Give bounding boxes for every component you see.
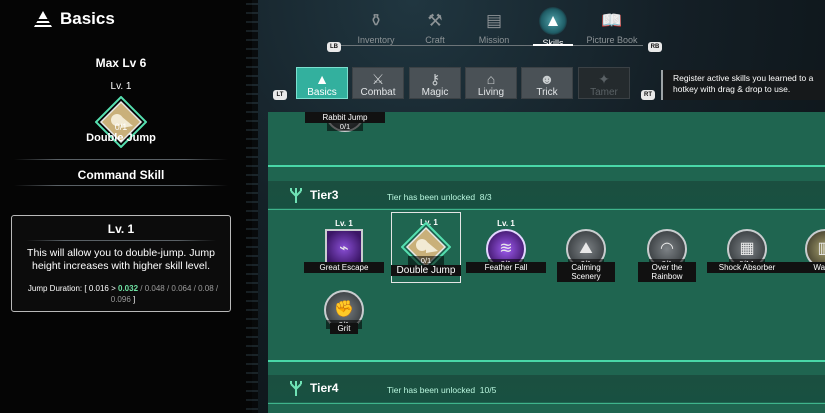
skill-name: Wall C bbox=[785, 262, 825, 273]
sword-icon: ⚔ bbox=[371, 71, 385, 87]
selected-skill-progress: 0/1 bbox=[114, 122, 128, 132]
skill-name: Calming Scenery bbox=[557, 262, 615, 282]
tier-name: Tier3 bbox=[310, 188, 339, 202]
skill-name: Shock Absorber bbox=[707, 262, 787, 273]
pumpkin-icon: ☻ bbox=[539, 71, 555, 87]
tab-underline bbox=[341, 45, 643, 46]
skill-progress: 0/1 bbox=[408, 256, 444, 265]
stat-arrow: > bbox=[111, 284, 116, 293]
panel-torn-edge bbox=[246, 0, 258, 413]
selected-skill-level: Lv. 1 bbox=[110, 81, 132, 92]
stat-label: Jump Duration: bbox=[27, 284, 83, 293]
tier-branch-icon bbox=[290, 188, 302, 203]
hammer-icon: ⚒ bbox=[427, 11, 443, 30]
tab-label: Picture Book bbox=[586, 35, 638, 45]
category-basics[interactable]: ▲ Basics bbox=[296, 67, 348, 99]
description-text: This will allow you to double-jump. Jump… bbox=[27, 247, 215, 272]
tier3-header bbox=[268, 181, 825, 208]
tab-label: Mission bbox=[478, 35, 510, 45]
tier-branch-icon bbox=[290, 381, 302, 396]
max-level: Max Lv 6 bbox=[95, 56, 147, 70]
tab-craft[interactable]: ⚒ Craft bbox=[405, 10, 465, 45]
tier4-status: Tier has been unlocked 10/5 bbox=[387, 385, 496, 395]
category-living[interactable]: ⌂ Living bbox=[465, 67, 517, 99]
category-label: Trick bbox=[536, 87, 558, 98]
hotkey-hint: Register active skills you learned to a … bbox=[661, 70, 825, 100]
tier3-underline bbox=[268, 209, 825, 210]
skill-level: Lv. 1 bbox=[335, 219, 353, 228]
selected-skill-name: Double Jump bbox=[86, 132, 156, 144]
stat-current: 0.016 bbox=[88, 284, 109, 293]
tab-label: Craft bbox=[425, 35, 445, 45]
tier-count: 10/5 bbox=[479, 385, 497, 395]
book-icon: 📖 bbox=[601, 11, 623, 30]
skill-name: Double Jump bbox=[391, 265, 461, 276]
tamer-icon: ✦ bbox=[598, 71, 610, 87]
category-label: Basics bbox=[307, 87, 337, 98]
skill-detail-panel: Basics Max Lv 6 Lv. 1 0/1 Double Jump Co… bbox=[0, 0, 252, 413]
category-tamer[interactable]: ✦ Tamer bbox=[578, 67, 630, 99]
active-tab-indicator bbox=[533, 44, 573, 46]
tab-label: Skills bbox=[542, 38, 564, 48]
stat-close: ] bbox=[133, 295, 136, 304]
panel-header: Basics bbox=[33, 9, 115, 29]
category-combat[interactable]: ⚔ Combat bbox=[352, 67, 404, 99]
tab-inventory[interactable]: ⚱ Inventory bbox=[346, 10, 406, 45]
tier-separator bbox=[268, 360, 825, 362]
stat-open: [ bbox=[84, 284, 87, 293]
stat-next: 0.032 bbox=[118, 284, 139, 293]
skill-level: Lv. 1 bbox=[497, 219, 515, 228]
lb-button-badge[interactable]: LB bbox=[327, 42, 341, 52]
section-divider bbox=[14, 185, 228, 186]
tab-picture-book[interactable]: 📖 Picture Book bbox=[582, 10, 642, 45]
hint-text: Register active skills you learned to a … bbox=[673, 73, 814, 94]
category-magic[interactable]: ⚷ Magic bbox=[409, 67, 461, 99]
panel-title: Basics bbox=[60, 9, 115, 28]
tier3-status: Tier has been unlocked 8/3 bbox=[387, 192, 492, 202]
lt-button-badge[interactable]: LT bbox=[273, 90, 287, 100]
tier4-header bbox=[268, 375, 825, 402]
tier-separator bbox=[268, 165, 825, 167]
house-icon: ⌂ bbox=[486, 71, 496, 87]
category-label: Combat bbox=[360, 87, 396, 98]
mission-list-icon: ▤ bbox=[485, 11, 503, 30]
rt-button-badge[interactable]: RT bbox=[641, 90, 655, 100]
tier4-title: Tier4 bbox=[288, 379, 338, 397]
basics-triangle-icon: ▲ bbox=[315, 71, 329, 87]
tier-status-text: Tier has been unlocked bbox=[387, 192, 476, 202]
tier-status-text: Tier has been unlocked bbox=[387, 385, 476, 395]
tab-mission[interactable]: ▤ Mission bbox=[464, 10, 524, 45]
skill-description-box: Lv. 1 This will allow you to double-jump… bbox=[11, 215, 231, 312]
category-label: Magic bbox=[421, 87, 449, 98]
tier4-underline bbox=[268, 403, 825, 404]
category-label: Tamer bbox=[590, 87, 618, 98]
tier-name: Tier4 bbox=[310, 381, 339, 395]
basics-triangle-icon bbox=[34, 11, 52, 27]
category-trick[interactable]: ☻ Trick bbox=[521, 67, 573, 99]
section-divider-top bbox=[14, 159, 228, 160]
tab-label: Inventory bbox=[357, 35, 395, 45]
category-label: Living bbox=[477, 87, 505, 98]
skill-name: Rabbit Jump bbox=[305, 112, 385, 123]
skill-name: Feather Fall bbox=[466, 262, 546, 273]
description-level: Lv. 1 bbox=[107, 222, 135, 236]
skill-name: Grit bbox=[330, 323, 358, 334]
tier3-title: Tier3 bbox=[288, 186, 338, 204]
description-divider bbox=[26, 240, 216, 241]
skill-tree-panel[interactable]: ✺ 0/1 Rabbit Jump Tier3 Tier has been un… bbox=[268, 112, 825, 413]
rb-button-badge[interactable]: RB bbox=[648, 42, 662, 52]
description-stat: Jump Duration: [ 0.016 > 0.032 / 0.048 /… bbox=[22, 283, 224, 305]
inventory-bottle-icon: ⚱ bbox=[368, 11, 384, 30]
skill-progress: 0/1 bbox=[327, 122, 363, 131]
tier-count: 8/3 bbox=[479, 192, 492, 202]
magic-wand-icon: ⚷ bbox=[429, 71, 441, 87]
skill-name: Over the Rainbow bbox=[638, 262, 696, 282]
skill-name: Great Escape bbox=[304, 262, 384, 273]
skill-type-label: Command Skill bbox=[77, 168, 165, 182]
tab-skills[interactable]: ▲ Skills bbox=[523, 7, 583, 48]
skills-triangle-icon: ▲ bbox=[539, 7, 567, 35]
